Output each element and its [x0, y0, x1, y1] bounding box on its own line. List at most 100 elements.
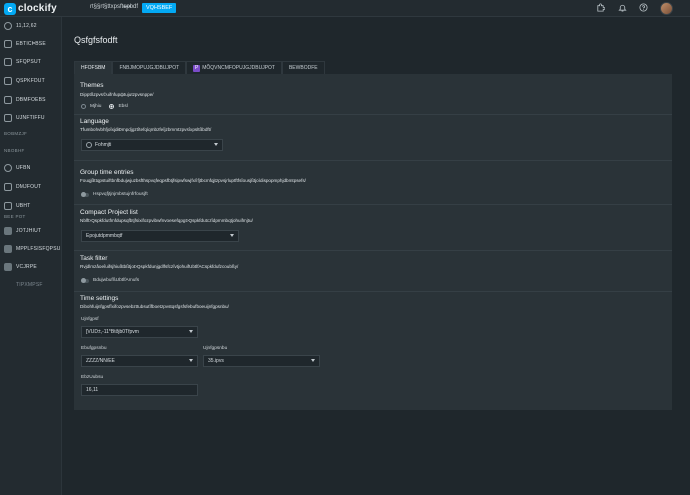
theme-light-label: Mjhiu [90, 104, 102, 109]
theme-dark-radio[interactable] [109, 104, 115, 109]
sidebar-item-time-tracker[interactable]: 11,12,62 [0, 18, 62, 34]
sidebar-item-label: VCJRPE [16, 264, 37, 270]
calendar-icon [4, 96, 12, 104]
group-time-title: Group time entries [80, 169, 134, 176]
task-filter-toggle-row: BdujwbufßUbtlfAmufs [81, 277, 139, 283]
time-format-select[interactable]: 35.ipvs [203, 355, 320, 367]
sidebar-item-label: UJNFTIFFU [16, 115, 45, 121]
theme-light-radio[interactable] [81, 104, 86, 109]
sidebar-item-label: 11,12,62 [16, 23, 37, 29]
time-format-label: Ujnfgpsnbu [203, 346, 228, 351]
sidebar-item-label: TIPXMPSF [16, 282, 43, 288]
kiosk-icon [4, 263, 12, 271]
sidebar-item-clients[interactable]: DMJFOUT [0, 179, 62, 195]
language-value: Fohmjti [95, 142, 112, 148]
tab-label: MÕQVNCMFOPUJGJDBUJPOT [202, 64, 275, 71]
time-settings-description: Dibohfuijnfgpsfîxifozpvsebzttubsutîfboet… [80, 304, 229, 309]
task-filter-description: RvjdlmzåoeîuifsjhiußtbßtjoÞQspkfdunjgdlf… [80, 264, 239, 269]
page-title: Qsfgfsfodft [74, 35, 118, 45]
logo[interactable]: c clockify [4, 2, 57, 15]
task-filter-toggle[interactable] [81, 277, 89, 283]
sidebar: 11,12,62 EBTICÞBSE SFQPSUT QSPKFDUT DBMF… [0, 17, 62, 495]
sidebar-item-label: DBMFOEBS [16, 97, 46, 103]
sidebar-section-analyze: BOBMZJF [4, 131, 28, 136]
tab-label: HFOFSBM [81, 64, 106, 71]
sidebar-item-calendar[interactable]: DBMFOEBS [0, 92, 62, 108]
time-settings-title: Time settings [80, 295, 119, 302]
sidebar-item-label: MPPLFSISFQPSU [16, 246, 61, 252]
sidebar-item-label: EBTICÞBSE [16, 41, 46, 47]
week-start-field[interactable]: 16,11 [81, 384, 198, 396]
sidebar-item-label: SFQPSUT [16, 59, 42, 65]
sidebar-item-tags[interactable]: UBHT [0, 198, 62, 214]
sidebar-section-add-ons: BEE POT [4, 214, 26, 219]
compact-project-value: Epojutdpmmbqtf [86, 233, 123, 239]
timesheet-icon [4, 114, 12, 122]
sidebar-item-label: QSPKFDUT [16, 78, 45, 84]
group-time-toggle-row: Hspvqfjtjnjmbstujnfrfousjft [81, 191, 148, 197]
divider [74, 160, 672, 161]
workspace-menu-icon[interactable]: ••• [123, 2, 131, 11]
tags-icon [4, 202, 12, 210]
tab-advanced[interactable]: BEWBODFE [281, 61, 325, 74]
chevron-down-icon [189, 330, 193, 333]
sidebar-item-timesheet[interactable]: UJNFTIFFU [0, 110, 62, 126]
themes-description: Dipptßzpvs©uifnfupфtujutzpvsnppe/ [80, 92, 154, 97]
avatar[interactable] [660, 2, 673, 15]
sidebar-item-label: UBHT [16, 203, 31, 209]
clock-icon [4, 22, 12, 30]
sidebar-item-team[interactable]: UFBN [0, 160, 62, 176]
tab-general[interactable]: HFOFSBM [74, 61, 113, 74]
date-format-select[interactable]: ZZZZ/NN/EE [81, 355, 198, 367]
theme-dark-label: Ebsl [118, 104, 128, 109]
group-time-toggle[interactable] [81, 191, 89, 197]
bell-icon[interactable] [617, 3, 628, 14]
upgrade-button[interactable]: VQHSBEF [142, 3, 177, 13]
divider [74, 204, 672, 205]
dashboard-icon [4, 40, 12, 48]
insights-icon [4, 227, 12, 235]
group-time-toggle-label: Hspvqfjtjnjmbstujnfrfousjft [93, 192, 148, 197]
language-title: Language [80, 118, 109, 125]
sidebar-section-manage: NBOBHF [4, 148, 25, 153]
sidebar-item-reports[interactable]: SFQPSUT [0, 54, 62, 70]
clockify-logo-icon: c [4, 2, 16, 15]
help-icon[interactable] [638, 3, 649, 14]
sidebar-item-kiosk[interactable]: VCJRPE [0, 259, 62, 275]
themes-title: Themes [80, 82, 104, 89]
sidebar-item-insights[interactable]: JOTJHIUT [0, 223, 62, 239]
timezone-select[interactable]: [VUD±,-11*Btðjb0Tfpvm [81, 326, 198, 338]
tab-label: FNBJMOPUJGJDBUJPOT [119, 64, 180, 71]
chevron-down-icon [230, 234, 234, 237]
sidebar-item-lookup[interactable]: MPPLFSISFQPSU [0, 241, 62, 257]
sidebar-item-label: DMJFOUT [16, 184, 42, 190]
divider [74, 291, 672, 292]
sidebar-item-show-more[interactable]: TIPXMPSF [0, 277, 62, 293]
pro-badge-icon: P [193, 64, 201, 72]
sidebar-item-label: UFBN [16, 165, 31, 171]
compact-project-title: Compact Project list [80, 209, 138, 216]
top-bar: c clockify rt§§rt§ttxpsftspbdf ••• VQHSB… [0, 0, 690, 17]
language-description: TfumbohvbhfjoîxjdiÐmpdjgztîtefqíqmbzfeîj… [80, 127, 212, 132]
tab-pro-notifications[interactable]: P MÕQVNCMFOPUJGJDBUJPOT [186, 61, 282, 74]
date-format-value: ZZZZ/NN/EE [86, 358, 115, 364]
language-select[interactable]: Fohmjti [81, 139, 223, 151]
team-icon [4, 164, 12, 172]
compact-project-select[interactable]: Epojutdpmmbqtf [81, 230, 239, 242]
tab-label: BEWBODFE [288, 64, 318, 71]
divider [74, 250, 672, 251]
sidebar-item-dashboard[interactable]: EBTICÞBSE [0, 36, 62, 52]
chevron-down-icon [214, 143, 218, 146]
projects-icon [4, 77, 12, 85]
date-format-label: Ebufgpsnbu [81, 346, 107, 351]
sidebar-item-label: JOTJHIUT [16, 228, 42, 234]
chevron-down-icon [189, 359, 193, 362]
sidebar-item-projects[interactable]: QSPKFDUT [0, 73, 62, 89]
lookup-icon [4, 245, 12, 253]
extension-icon[interactable] [595, 3, 606, 14]
tab-email-notifications[interactable]: FNBJMOPUJGJDBUJPOT [112, 61, 187, 74]
group-time-description: Fouqjßttqpstuiftbnfbdujwjuzbsfthspvqfeqp… [80, 178, 306, 183]
divider [74, 114, 672, 115]
chevron-down-icon [311, 359, 315, 362]
timezone-label: Ujnfgpsf [81, 317, 99, 322]
